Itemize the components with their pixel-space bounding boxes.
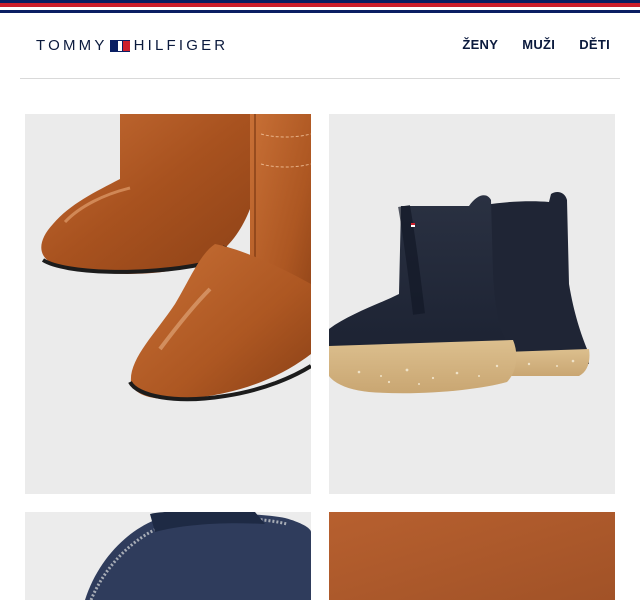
logo-word-right: HILFIGER [133, 37, 229, 54]
tommy-flag-icon [109, 40, 130, 52]
brand-logo[interactable]: TOMMY HILFIGER [36, 38, 228, 54]
navy-bag-image[interactable] [25, 512, 311, 600]
nav-item-deti[interactable]: DĚTI [579, 37, 610, 52]
stripe-navy-bottom [0, 10, 640, 13]
main-nav: ŽENY MUŽI DĚTI [462, 37, 610, 52]
brand-stripes [0, 0, 640, 14]
nav-item-muzi[interactable]: MUŽI [522, 37, 555, 52]
nav-item-zeny[interactable]: ŽENY [462, 37, 498, 52]
navy-suede-chelsea-boots-image[interactable] [329, 114, 615, 494]
cognac-suede-image[interactable] [329, 512, 615, 600]
site-header: TOMMY HILFIGER ŽENY MUŽI DĚTI [20, 14, 620, 79]
brown-leather-boots-image[interactable] [25, 114, 311, 494]
logo-word-left: TOMMY [36, 37, 108, 54]
